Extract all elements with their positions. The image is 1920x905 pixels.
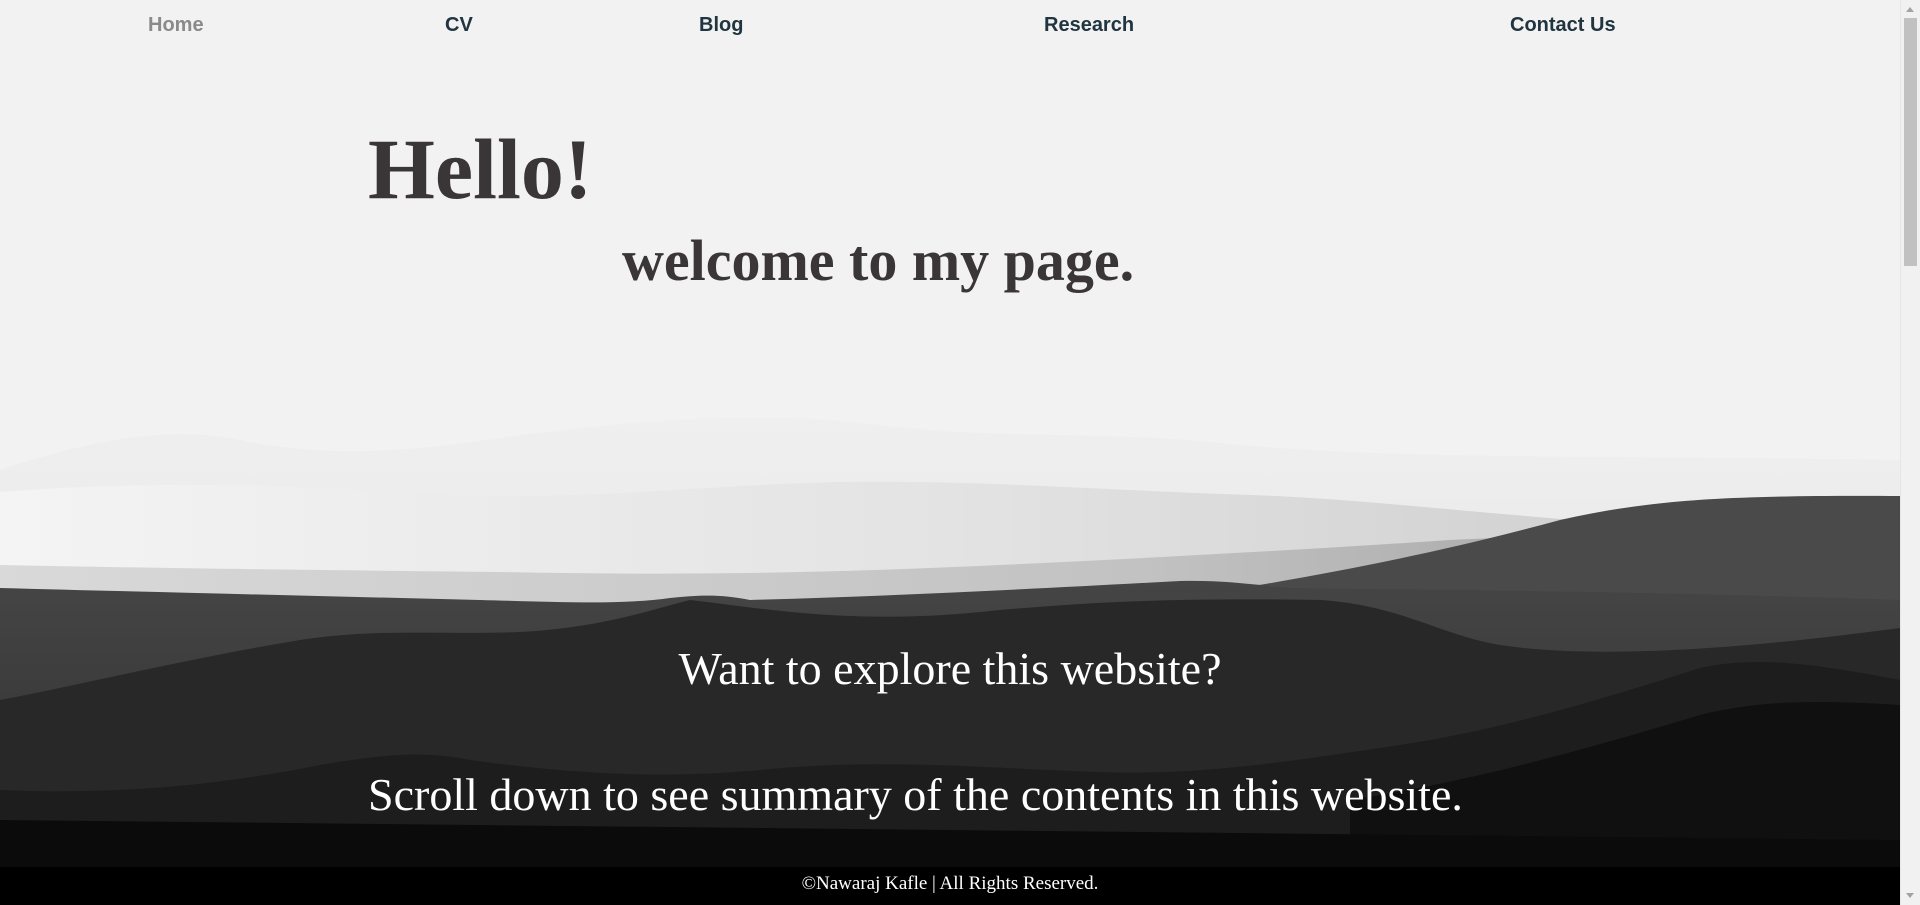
main-nav: Home CV Blog Research Contact Us	[0, 0, 1900, 54]
footer: ©Nawaraj Kafle | All Rights Reserved.	[0, 867, 1900, 905]
nav-research-link[interactable]: Research	[1044, 14, 1134, 37]
scroll-hint-text: Scroll down to see summary of the conten…	[368, 769, 1463, 820]
scroll-up-arrow-icon[interactable]	[1906, 7, 1914, 12]
nav-blog-link[interactable]: Blog	[699, 14, 743, 37]
copyright-text: ©Nawaraj Kafle | All Rights Reserved.	[801, 873, 1099, 894]
scroll-down-arrow-icon[interactable]	[1906, 893, 1914, 898]
vertical-scrollbar[interactable]	[1900, 0, 1920, 905]
hero-welcome: welcome to my page.	[622, 228, 1135, 293]
nav-cv-link[interactable]: CV	[445, 14, 473, 37]
page: Home CV Blog Research Contact Us Hello! …	[0, 0, 1900, 905]
scrollbar-thumb[interactable]	[1904, 18, 1917, 266]
nav-home-link[interactable]: Home	[148, 14, 204, 37]
nav-contact-link[interactable]: Contact Us	[1510, 14, 1616, 37]
explore-question: Want to explore this website?	[678, 643, 1222, 694]
hero-greeting: Hello!	[368, 121, 593, 217]
